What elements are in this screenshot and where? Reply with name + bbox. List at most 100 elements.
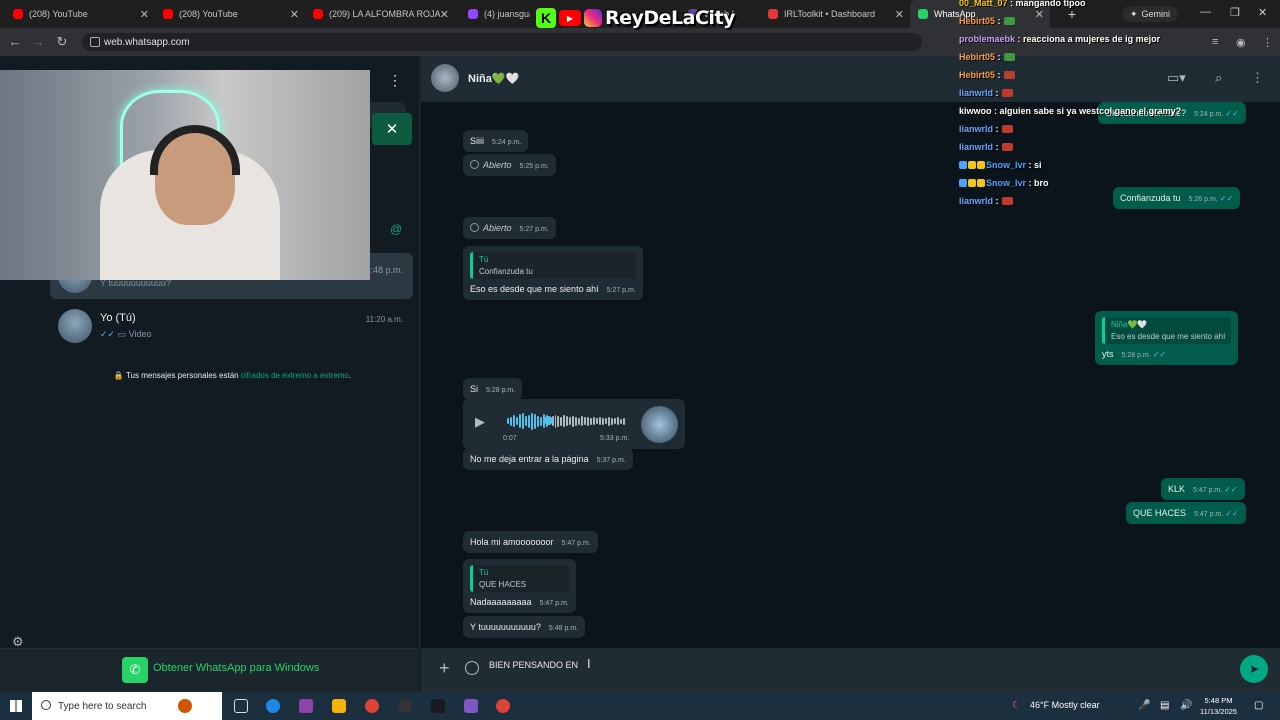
chat-header[interactable]: Niña💚🤍 ▭▾ ⌕ ⋮ (421, 56, 1280, 102)
incoming-message[interactable]: Si 5:28 p.m. (463, 378, 523, 400)
tab-favicon-icon (313, 9, 323, 19)
attach-plus-icon[interactable]: + (439, 658, 450, 679)
quoted-message[interactable]: Tú Confianzuda tu (470, 252, 636, 279)
site-info-icon[interactable] (90, 37, 100, 47)
close-tab-icon[interactable]: ✕ (140, 8, 149, 21)
incoming-message[interactable]: Abierto 5:27 p.m. (463, 217, 556, 239)
get-whatsapp-banner[interactable]: ✆ Obtener WhatsApp para Windows (0, 648, 420, 692)
chat-badge-icon (977, 161, 985, 169)
waveform-bar (524, 416, 527, 426)
incoming-message[interactable]: Tú QUE HACES Nadaaaaaaaaa 5:47 p.m. (463, 559, 576, 613)
chat-menu-icon[interactable]: ⋮ (1251, 70, 1264, 86)
incoming-message[interactable]: Tú Confianzuda tu Eso es desde que me sien… (463, 246, 643, 300)
mic-icon[interactable]: 🎤 (1138, 700, 1150, 711)
double-check-icon: ✓✓ (100, 329, 116, 339)
chat-row-self[interactable]: Yo (Tú) ✓✓ ▭ Video 11:20 a.m. (50, 304, 413, 348)
notifications-icon[interactable]: ▢ (1254, 700, 1263, 711)
quoted-message[interactable]: Niña💚🤍 Eso es desde que me siento ahí (1102, 317, 1232, 344)
outgoing-message[interactable]: QUE HACES 5:47 p.m. ✓✓ (1126, 502, 1246, 524)
tab-label: (208) YouTube (29, 9, 88, 19)
emote-icon (1001, 125, 1013, 133)
browser-tab[interactable]: (208) YouTube ✕ (155, 0, 305, 28)
maximize-icon[interactable]: ❐ (1230, 6, 1240, 19)
sender-avatar (641, 406, 678, 443)
incoming-message[interactable]: Siiii 5:24 p.m. (463, 130, 529, 152)
message-time: 5:24 p.m. (492, 139, 522, 146)
text-cursor-icon: I (587, 656, 591, 671)
minimize-icon[interactable]: — (1200, 6, 1211, 18)
windows-start-icon[interactable] (10, 700, 22, 712)
gemini-icon: ✦ (1130, 8, 1138, 19)
incoming-message[interactable]: Y tuuuuuuuuuuu? 5:48 p.m. (463, 616, 586, 638)
browser-tab[interactable]: (4) juansguarn (460, 0, 530, 28)
sidebar-menu-icon[interactable]: ⋮ (388, 72, 402, 89)
close-tab-icon[interactable]: ✕ (440, 8, 449, 21)
chat-badge-icon (959, 161, 967, 169)
reload-icon[interactable]: ↻ (50, 34, 74, 50)
menu-lines-icon[interactable]: ≡ (1212, 36, 1218, 48)
close-icon: ✕ (385, 121, 399, 138)
browser-tab[interactable]: (208) YouTube ✕ (5, 0, 155, 28)
message-input[interactable]: BIEN PENSANDO EN (489, 660, 578, 670)
chat-badge-icon (968, 179, 976, 187)
emoji-icon[interactable] (465, 661, 479, 675)
network-icon[interactable]: ▤ (1160, 700, 1169, 711)
chat-preview: ✓✓ ▭ Video (100, 329, 152, 339)
waveform-bar (557, 415, 560, 427)
task-view-icon[interactable] (234, 699, 248, 713)
incoming-message[interactable]: Hola mi amooooooor 5:47 p.m. (463, 531, 598, 553)
edge-icon[interactable] (266, 699, 280, 713)
forward-icon[interactable]: → (26, 34, 50, 49)
quoted-message[interactable]: Tú QUE HACES (470, 565, 569, 592)
chrome-active-icon[interactable] (496, 699, 510, 713)
obs-icon[interactable] (398, 699, 412, 713)
incoming-message[interactable]: No me deja entrar a la página 5:37 p.m. (463, 448, 633, 470)
profile-icon[interactable]: ◉ (1236, 36, 1246, 49)
send-button[interactable]: ➤ (1240, 655, 1268, 683)
message-text: yts (1102, 349, 1114, 359)
volume-icon[interactable]: 🔊 (1180, 700, 1192, 711)
browser-tab[interactable]: IRLToolkit • Dashboard ✕ (760, 0, 910, 28)
message-composer: + BIEN PENSANDO EN I ➤ (421, 648, 1280, 692)
chat-time: 11:20 a.m. (365, 315, 403, 324)
voice-message[interactable]: ▶ 0:07 5:33 p.m. (463, 399, 685, 449)
stream-chat-line: Hebirt05 : (959, 66, 1015, 84)
close-tab-icon[interactable]: ✕ (895, 8, 904, 21)
play-icon[interactable]: ▶ (475, 414, 485, 430)
copilot-icon[interactable] (299, 699, 313, 713)
streamer-logo: K ▶ ReyDeLaCity (536, 4, 735, 32)
tab-label: IRLToolkit • Dashboard (784, 9, 876, 19)
close-panel-button[interactable]: ✕ (372, 113, 412, 145)
outgoing-message[interactable]: Niña💚🤍 Eso es desde que me siento ahí yts 5… (1095, 311, 1239, 365)
browser-tab[interactable]: (209) LA ALFOMBRA ROJA - ✕ (305, 0, 455, 28)
chat-username: Hebirt05 (959, 52, 996, 62)
chat-username: lianwrld (959, 124, 994, 134)
waveform-bar (590, 417, 593, 425)
gemini-button[interactable]: ✦ Gemini (1122, 6, 1179, 22)
emote-icon (1001, 89, 1013, 97)
close-tab-icon[interactable]: ✕ (290, 8, 299, 21)
incoming-message[interactable]: Abierto 5:25 p.m. (463, 154, 556, 176)
waveform-bar (593, 417, 596, 425)
file-explorer-icon[interactable] (332, 699, 346, 713)
audio-waveform[interactable] (507, 412, 625, 430)
steam-icon[interactable] (431, 699, 445, 713)
encryption-link[interactable]: cifrados de extremo a extremo (241, 371, 349, 380)
taskbar-search[interactable]: Type here to search (32, 692, 222, 720)
back-icon[interactable]: ← (3, 34, 27, 49)
app-icon[interactable] (464, 699, 478, 713)
message-time: 5:25 p.m. (519, 163, 549, 170)
waveform-bar (536, 415, 539, 427)
chrome-icon[interactable] (365, 699, 379, 713)
stream-chat-line: lianwrld : (959, 84, 1013, 102)
clock[interactable]: 5:48 PM 11/13/2025 (1200, 695, 1237, 717)
search-icon[interactable]: ⌕ (1215, 70, 1222, 86)
close-window-icon[interactable]: ✕ (1258, 6, 1267, 19)
outgoing-message[interactable]: KLK 5:47 p.m. ✓✓ (1161, 478, 1245, 500)
outgoing-message[interactable]: Confianzuda tu 5:26 p.m. ✓✓ (1113, 187, 1241, 209)
url-field[interactable]: web.whatsapp.com (82, 33, 922, 51)
chat-text: : mangando tipoo (1010, 0, 1086, 8)
video-call-icon[interactable]: ▭▾ (1167, 70, 1186, 86)
waveform-bar (569, 417, 572, 425)
kebab-menu-icon[interactable]: ⋮ (1262, 36, 1273, 49)
